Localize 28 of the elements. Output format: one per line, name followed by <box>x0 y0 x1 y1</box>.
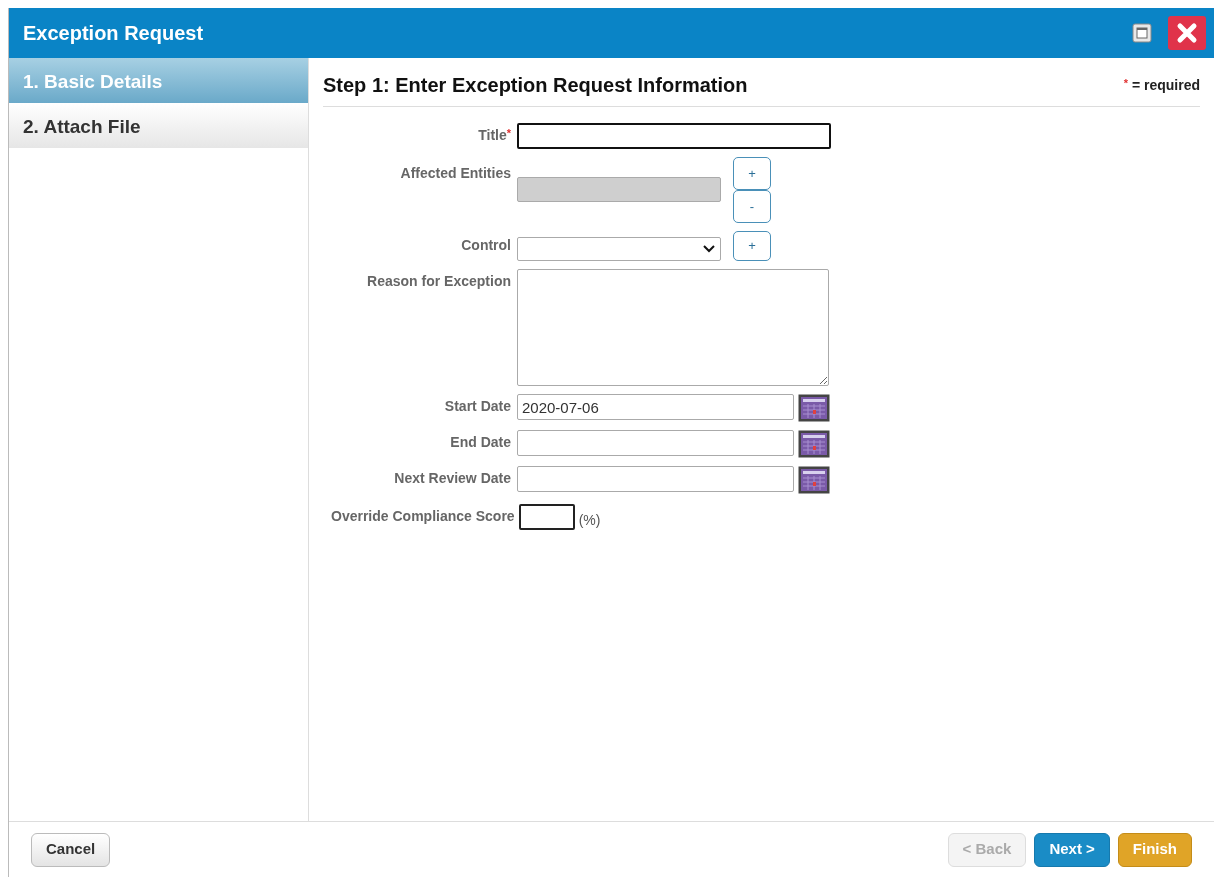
maximize-icon[interactable] <box>1132 23 1152 43</box>
remove-button[interactable]: - <box>733 190 771 223</box>
calendar-icon[interactable] <box>798 430 830 458</box>
calendar-icon[interactable] <box>798 466 830 494</box>
field-label: Reason for Exception <box>366 272 511 291</box>
text-field[interactable] <box>517 123 831 149</box>
percent-label: (%) <box>578 511 601 530</box>
date-field[interactable] <box>517 466 794 492</box>
field-label: Title* <box>477 126 511 145</box>
add-button[interactable]: + <box>733 231 771 261</box>
calendar-icon[interactable] <box>798 394 830 422</box>
cancel-button[interactable]: Cancel <box>31 832 111 867</box>
chevron-down-icon <box>702 244 716 254</box>
score-field[interactable] <box>518 504 575 530</box>
next-button[interactable]: Next > <box>1034 832 1110 867</box>
form-heading: Step 1: Enter Exception Request Information <box>323 73 748 98</box>
required-note: * = required <box>1123 75 1200 95</box>
field-label: End Date <box>449 433 511 452</box>
window-title: Exception Request <box>23 21 204 46</box>
field-label: Start Date <box>443 397 511 416</box>
field-label: Next Review Date <box>393 469 511 488</box>
add-button[interactable]: + <box>733 157 771 190</box>
date-field[interactable] <box>517 430 794 456</box>
field-label: Control <box>460 236 511 255</box>
field-label: Affected Entities <box>399 164 511 183</box>
date-field[interactable]: 2020-07-06 <box>517 394 794 420</box>
close-icon[interactable] <box>1168 16 1206 50</box>
field-label: Override Compliance Score <box>331 507 515 526</box>
